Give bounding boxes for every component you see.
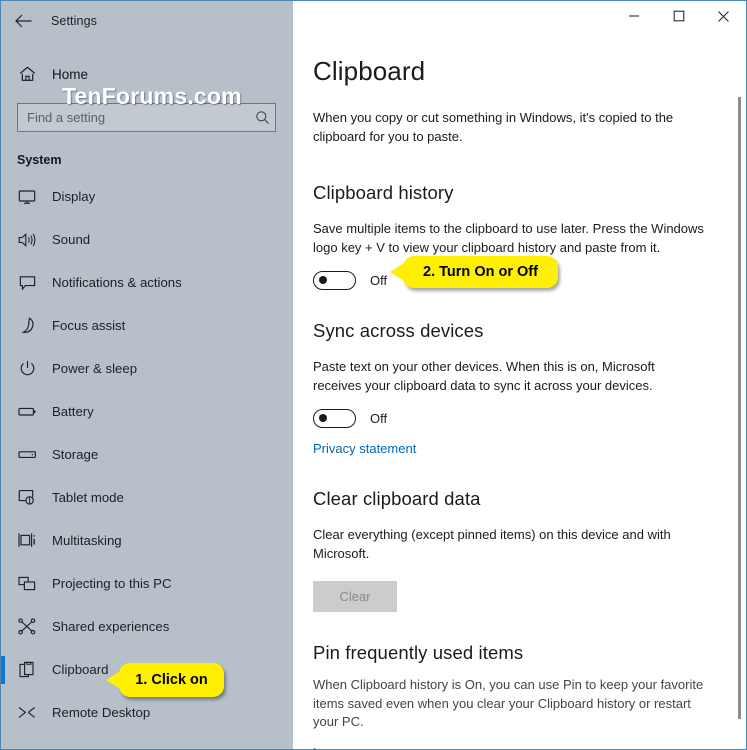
pin-heading: Pin frequently used items <box>313 642 524 663</box>
sidebar-group-header: System <box>17 153 62 167</box>
sidebar-item-label: Remote Desktop <box>52 705 151 720</box>
window-title: Settings <box>51 13 97 28</box>
sidebar-item-storage[interactable]: Storage <box>1 433 293 476</box>
power-icon <box>13 360 41 377</box>
sidebar-item-label: Storage <box>52 447 99 462</box>
tablet-icon <box>13 489 41 506</box>
speaker-icon <box>13 232 41 248</box>
maximize-button[interactable] <box>656 1 701 31</box>
sidebar-item-power-sleep[interactable]: Power & sleep <box>1 347 293 390</box>
sidebar-item-shared-experiences[interactable]: Shared experiences <box>1 605 293 648</box>
sidebar-item-projecting[interactable]: Projecting to this PC <box>1 562 293 605</box>
search-input[interactable]: Find a setting <box>17 103 276 132</box>
sidebar-item-label: Sound <box>52 232 91 247</box>
learn-more-link[interactable]: Learn more <box>313 745 379 750</box>
share-icon <box>13 618 41 635</box>
sidebar-item-label: Battery <box>52 404 94 419</box>
sidebar-item-label: Notifications & actions <box>52 275 182 290</box>
remote-desktop-icon <box>13 705 41 720</box>
sidebar-item-sound[interactable]: Sound <box>1 218 293 261</box>
sidebar-item-label: Projecting to this PC <box>52 576 172 591</box>
sidebar-item-label: Shared experiences <box>52 619 170 634</box>
projecting-icon <box>13 576 41 592</box>
home-icon <box>13 66 41 82</box>
maximize-icon <box>673 10 684 22</box>
sidebar-item-display[interactable]: Display <box>1 175 293 218</box>
search-icon <box>249 110 275 125</box>
sidebar-nav-list: Display Sound Notifications & actions Fo… <box>1 175 293 734</box>
clipboard-history-toggle[interactable] <box>313 271 356 290</box>
sidebar-item-label: Power & sleep <box>52 361 138 376</box>
notification-icon <box>13 275 41 291</box>
privacy-statement-link[interactable]: Privacy statement <box>313 441 416 456</box>
toggle-knob <box>319 276 327 284</box>
back-button[interactable] <box>1 4 45 38</box>
sync-heading: Sync across devices <box>313 320 484 341</box>
sidebar-item-focus-assist[interactable]: Focus assist <box>1 304 293 347</box>
monitor-icon <box>13 189 41 205</box>
storage-icon <box>13 448 41 461</box>
battery-icon <box>13 405 41 418</box>
page-intro-text: When you copy or cut something in Window… <box>313 110 674 144</box>
scrollbar-thumb[interactable] <box>738 97 741 719</box>
callout-text: 2. Turn On or Off <box>423 264 538 280</box>
sidebar-item-label: Focus assist <box>52 318 126 333</box>
back-arrow-icon <box>14 14 31 27</box>
title-bar: Settings <box>1 1 746 40</box>
callout-click-on: 1. Click on <box>106 663 224 697</box>
minimize-icon <box>628 15 639 17</box>
clipboard-history-heading: Clipboard history <box>313 182 454 203</box>
clipboard-history-toggle-state: Off <box>370 273 388 288</box>
sidebar-item-label: Display <box>52 189 96 204</box>
close-icon <box>718 10 729 22</box>
sidebar: Home Find a setting TenForums.com System <box>1 40 293 749</box>
sidebar-item-label: Clipboard <box>52 662 109 677</box>
title-bar-left: Settings <box>1 1 293 40</box>
minimize-button[interactable] <box>611 1 656 31</box>
clear-button-label: Clear <box>339 589 371 604</box>
main-content: Clipboard When you copy or cut something… <box>293 40 746 750</box>
sync-toggle[interactable] <box>313 409 356 428</box>
sidebar-item-home[interactable]: Home <box>1 57 293 91</box>
search-area: Find a setting TenForums.com <box>17 83 276 132</box>
sync-description: Paste text on your other devices. When t… <box>313 359 655 393</box>
moon-icon <box>13 317 41 334</box>
callout-tail <box>390 263 404 281</box>
multitasking-icon <box>13 532 41 549</box>
content-scrollbar[interactable] <box>737 41 742 749</box>
clear-heading: Clear clipboard data <box>313 488 481 509</box>
clipboard-icon <box>13 661 41 679</box>
settings-window: Settings Home Find a setting TenForums.c… <box>0 0 747 750</box>
sidebar-item-notifications[interactable]: Notifications & actions <box>1 261 293 304</box>
clipboard-history-description: Save multiple items to the clipboard to … <box>313 221 704 255</box>
sidebar-item-label: Tablet mode <box>52 490 124 505</box>
title-bar-right <box>293 1 746 40</box>
sidebar-item-remote-desktop[interactable]: Remote Desktop <box>1 691 293 734</box>
sidebar-home-label: Home <box>52 66 89 82</box>
callout-text: 1. Click on <box>135 672 208 688</box>
search-placeholder: Find a setting <box>27 110 106 125</box>
sync-toggle-state: Off <box>370 411 388 426</box>
toggle-knob <box>319 414 327 422</box>
pin-description: When Clipboard history is On, you can us… <box>313 677 704 729</box>
sidebar-item-tablet-mode[interactable]: Tablet mode <box>1 476 293 519</box>
page-title: Clipboard <box>313 56 426 86</box>
sync-toggle-row: Off <box>313 409 720 428</box>
clear-button[interactable]: Clear <box>313 581 397 612</box>
sidebar-item-battery[interactable]: Battery <box>1 390 293 433</box>
sidebar-item-label: Multitasking <box>52 533 122 548</box>
close-button[interactable] <box>701 1 746 31</box>
callout-tail <box>106 671 120 689</box>
callout-turn-on-or-off: 2. Turn On or Off <box>390 256 558 288</box>
clear-description: Clear everything (except pinned items) o… <box>313 527 671 561</box>
sidebar-item-multitasking[interactable]: Multitasking <box>1 519 293 562</box>
